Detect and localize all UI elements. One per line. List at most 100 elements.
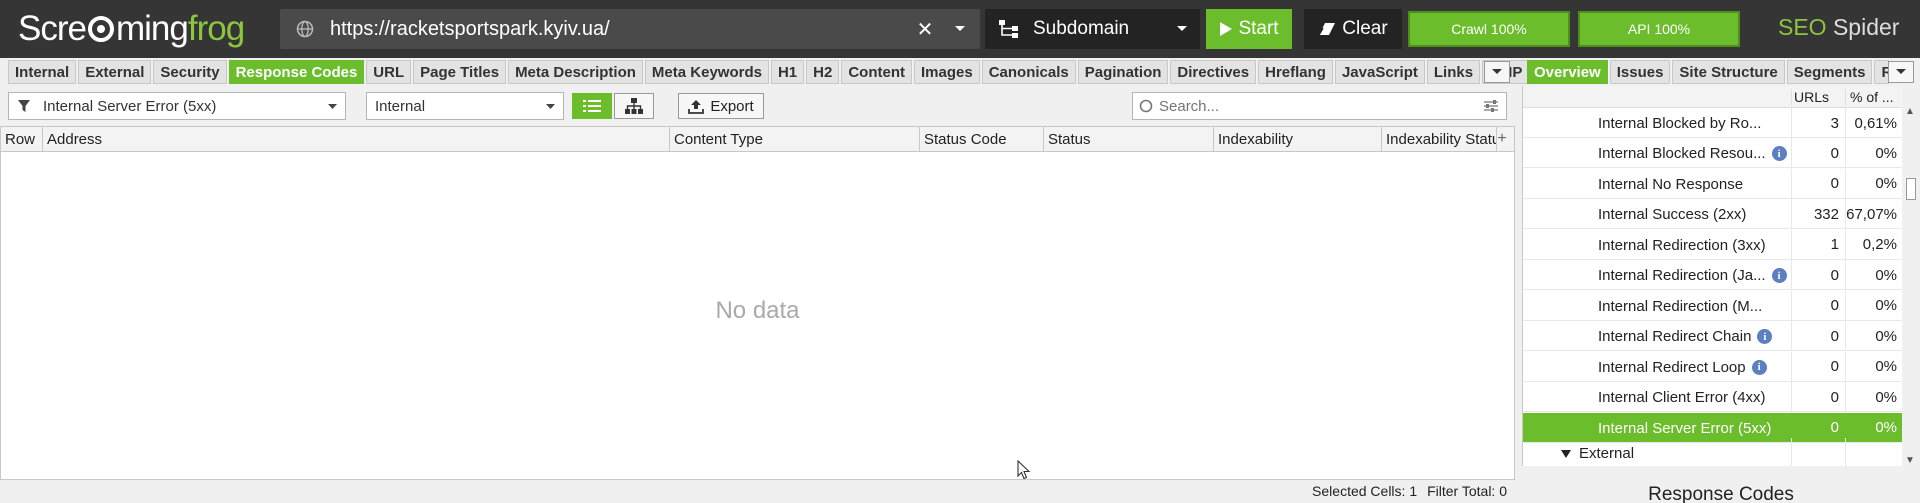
- column-header-status-code[interactable]: Status Code: [920, 127, 1044, 152]
- url-history-dropdown-icon[interactable]: [940, 25, 980, 33]
- right-tab-issues[interactable]: Issues: [1609, 60, 1671, 84]
- tab-content[interactable]: Content: [841, 60, 912, 84]
- overview-row[interactable]: Internal Redirection (3xx) 1 0,2%: [1523, 229, 1902, 260]
- column-header-urls[interactable]: URLs: [1791, 89, 1837, 105]
- right-tab-segments[interactable]: Segments: [1786, 60, 1873, 84]
- tab-javascript[interactable]: JavaScript: [1334, 60, 1425, 84]
- info-icon[interactable]: i: [1771, 146, 1787, 162]
- right-tab-overview[interactable]: Overview: [1527, 60, 1608, 84]
- play-icon: [1220, 22, 1233, 36]
- scroll-down-icon[interactable]: ▼: [1905, 455, 1915, 466]
- tab-meta-keywords[interactable]: Meta Keywords: [644, 60, 769, 84]
- column-header-content-type[interactable]: Content Type: [670, 127, 920, 152]
- overview-row-label: Internal Blocked Resou...: [1598, 145, 1766, 163]
- url-input[interactable]: https://racketsportspark.kyiv.ua/: [330, 18, 910, 41]
- group-label: External: [1579, 445, 1635, 462]
- right-tabs-clip: OverviewIssuesSite StructureSegmentsRe: [1527, 60, 1889, 84]
- overview-row-percent: 0%: [1845, 260, 1901, 291]
- sitemap-icon: [985, 19, 1033, 39]
- overview-row-urls: 0: [1791, 351, 1845, 382]
- right-tab-response-times[interactable]: Re: [1874, 60, 1889, 84]
- tab-meta-description[interactable]: Meta Description: [508, 60, 643, 84]
- tabs-overflow-button[interactable]: [1484, 61, 1510, 83]
- overview-row-label: Internal Redirection (3xx): [1598, 236, 1766, 254]
- overview-row[interactable]: Internal Redirect Loop i 0 0%: [1523, 351, 1902, 382]
- crawl-mode-select[interactable]: Subdomain: [985, 9, 1200, 49]
- tab-h1[interactable]: H1: [770, 60, 805, 84]
- list-view-button[interactable]: [572, 93, 612, 119]
- overview-row-label: Internal Redirect Chain: [1598, 328, 1752, 346]
- main-tabs: Internal External Security Response Codes UR…: [8, 60, 1530, 84]
- overview-row-percent: 0,2%: [1845, 229, 1901, 260]
- column-header-status[interactable]: Status: [1044, 127, 1214, 152]
- clear-button[interactable]: Clear: [1304, 9, 1402, 49]
- chevron-down-icon: [1164, 25, 1200, 33]
- overview-row-percent: 0%: [1845, 382, 1901, 413]
- overview-row[interactable]: Internal Client Error (4xx) 0 0%: [1523, 382, 1902, 413]
- tab-images[interactable]: Images: [914, 60, 980, 84]
- scrollbar-thumb[interactable]: [1906, 178, 1916, 200]
- tab-canonicals[interactable]: Canonicals: [981, 60, 1076, 84]
- clear-url-icon[interactable]: ✕: [910, 17, 940, 42]
- right-tab-site-structure[interactable]: Site Structure: [1672, 60, 1785, 84]
- info-icon[interactable]: i: [1757, 329, 1773, 345]
- tab-page-titles[interactable]: Page Titles: [413, 60, 507, 84]
- chevron-down-icon: [1896, 69, 1906, 74]
- export-button[interactable]: Export: [678, 93, 764, 119]
- filter-select[interactable]: Internal Server Error (5xx): [8, 92, 346, 120]
- column-header-percent[interactable]: % of ...: [1845, 89, 1902, 105]
- overview-row-percent: 0,61%: [1845, 108, 1901, 138]
- tab-url[interactable]: URL: [366, 60, 412, 84]
- tab-external[interactable]: External: [78, 60, 152, 84]
- tab-hreflang[interactable]: Hreflang: [1258, 60, 1333, 84]
- grid-header: Row Address Content Type Status Code Sta…: [1, 127, 1514, 152]
- overview-row-name: Internal Client Error (4xx): [1598, 389, 1788, 406]
- info-icon[interactable]: i: [1751, 359, 1767, 375]
- tab-pagination[interactable]: Pagination: [1077, 60, 1169, 84]
- scroll-up-icon[interactable]: ▲: [1905, 106, 1915, 117]
- search-icon: [1133, 99, 1159, 113]
- overview-panel: URLs % of ... Internal Blocked by Ro... 3…: [1522, 86, 1902, 466]
- api-progress: API 100%: [1578, 11, 1740, 47]
- right-tabs-overflow-button[interactable]: [1888, 61, 1914, 83]
- search-box[interactable]: [1132, 92, 1507, 120]
- column-header-indexability[interactable]: Indexability: [1214, 127, 1382, 152]
- column-header-row[interactable]: Row: [1, 127, 43, 152]
- upload-icon: [688, 99, 705, 114]
- overview-row[interactable]: Internal Redirection (Ja... i 0 0%: [1523, 260, 1902, 291]
- start-button[interactable]: Start: [1206, 9, 1292, 49]
- tab-h2[interactable]: H2: [806, 60, 840, 84]
- url-bar[interactable]: https://racketsportspark.kyiv.ua/ ✕: [280, 9, 980, 49]
- overview-row-percent: 0%: [1845, 321, 1901, 352]
- tree-view-button[interactable]: [614, 93, 654, 119]
- overview-row[interactable]: Internal No Response 0 0%: [1523, 168, 1902, 199]
- overview-row-name: Internal Blocked by Ro...: [1598, 115, 1788, 132]
- overview-scrollbar[interactable]: ▲ ▼: [1904, 106, 1918, 466]
- scope-select[interactable]: Internal: [366, 92, 564, 120]
- status-bar: Selected Cells: 1 Filter Total: 0: [0, 480, 1515, 502]
- column-header-address[interactable]: Address: [43, 127, 670, 152]
- crawl-mode-label: Subdomain: [1033, 18, 1130, 39]
- overview-row[interactable]: Internal Blocked by Ro... 3 0,61%: [1523, 108, 1902, 138]
- tree-group-external[interactable]: External: [1523, 438, 1902, 466]
- column-header-indexability-status[interactable]: Indexability Status: [1382, 127, 1497, 152]
- overview-row[interactable]: Internal Redirect Chain i 0 0%: [1523, 321, 1902, 352]
- tab-directives[interactable]: Directives: [1170, 60, 1257, 84]
- overview-row[interactable]: Internal Success (2xx) 332 67,07%: [1523, 199, 1902, 230]
- globe-icon: [280, 20, 330, 38]
- overview-row-percent: 67,07%: [1845, 199, 1901, 230]
- overview-row[interactable]: Internal Redirection (M... 0 0%: [1523, 290, 1902, 321]
- info-icon[interactable]: i: [1771, 268, 1787, 284]
- tab-links[interactable]: Links: [1426, 60, 1481, 84]
- tab-internal[interactable]: Internal: [8, 60, 77, 84]
- data-grid[interactable]: Row Address Content Type Status Code Sta…: [0, 126, 1515, 480]
- overview-row-label: Internal Redirection (M...: [1598, 297, 1763, 315]
- add-column-icon[interactable]: +: [1493, 130, 1511, 148]
- tab-security[interactable]: Security: [153, 60, 227, 84]
- overview-row[interactable]: Internal Blocked Resou... i 0 0%: [1523, 138, 1902, 169]
- filter-select-value: Internal Server Error (5xx): [43, 97, 217, 115]
- search-input[interactable]: [1159, 97, 1476, 115]
- tab-response-codes[interactable]: Response Codes: [228, 60, 365, 84]
- search-options-icon[interactable]: [1476, 99, 1506, 113]
- overview-header: URLs % of ...: [1523, 86, 1902, 108]
